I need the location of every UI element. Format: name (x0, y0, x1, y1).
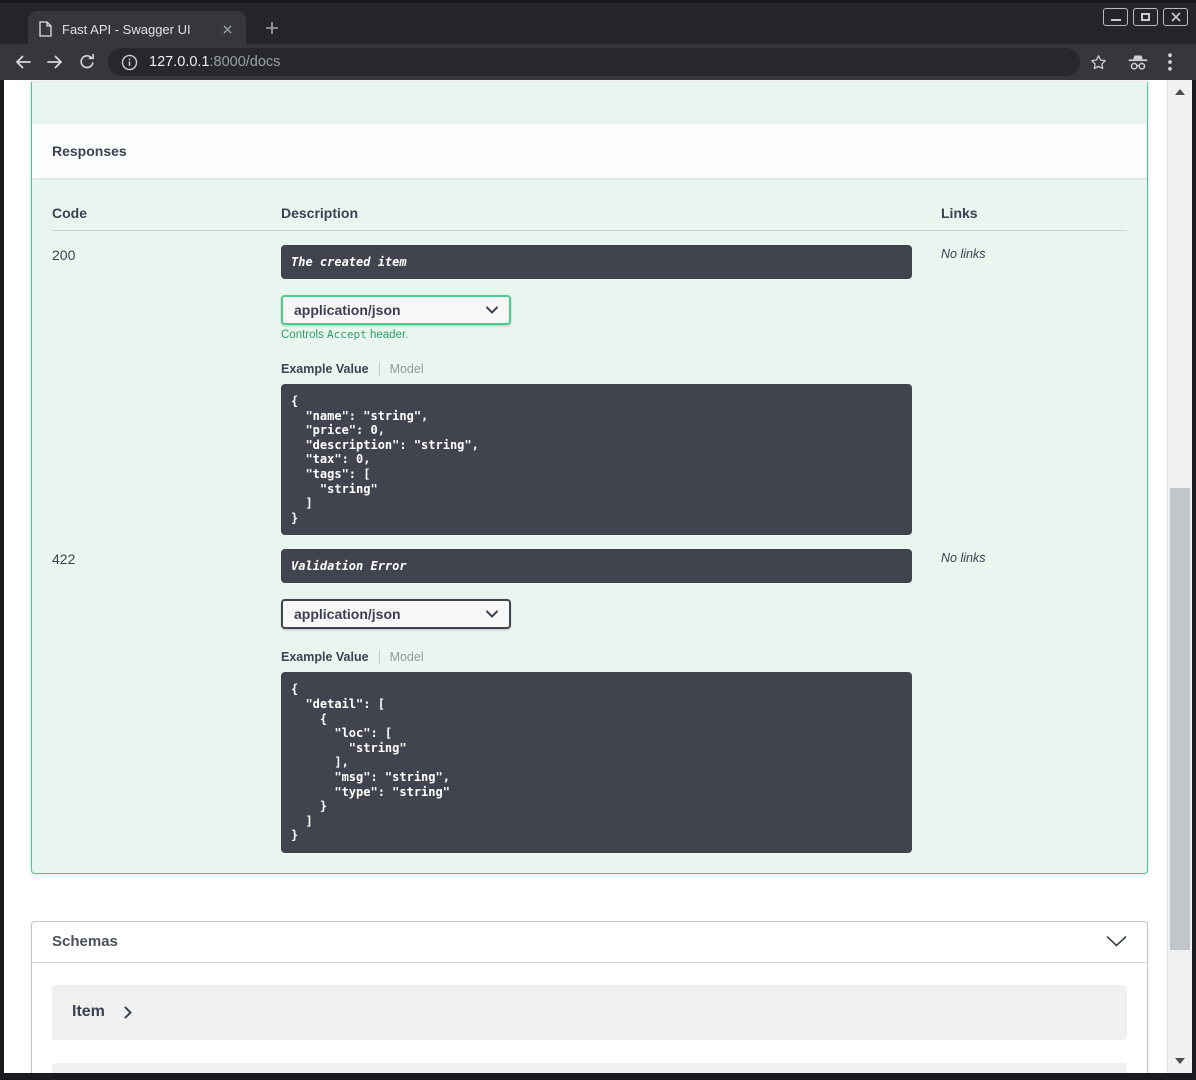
response-code: 422 (52, 551, 76, 568)
maximize-icon (1141, 13, 1150, 21)
scroll-down-icon[interactable] (1175, 1058, 1185, 1064)
forward-button[interactable] (41, 48, 69, 76)
reload-icon (80, 53, 94, 69)
back-button[interactable] (9, 48, 37, 76)
window-maximize-button[interactable] (1133, 8, 1158, 26)
media-type-value: application/json (294, 302, 401, 318)
example-json-block: { "name": "string", "price": 0, "descrip… (281, 384, 912, 536)
responses-table: Code Description Links 200 The created i… (32, 178, 1147, 873)
response-description-cell: The created item application/json Contro… (281, 245, 941, 536)
operation-block: Responses Code Description Links 200 The… (31, 82, 1148, 874)
example-model-tabs: Example Value Model (281, 650, 941, 665)
operation-block-spacer (32, 82, 1147, 124)
new-tab-button[interactable] (260, 16, 284, 40)
column-header-description: Description (281, 205, 359, 221)
chevron-down-icon[interactable] (1106, 936, 1127, 947)
response-row-422: 422 Validation Error application/json Ex… (52, 535, 1127, 853)
responses-section-header: Responses (32, 124, 1147, 178)
chevron-right-icon (124, 1006, 132, 1019)
browser-toolbar: 127.0.0.1:8000/docs (0, 44, 1196, 80)
bookmark-button[interactable] (1084, 48, 1112, 76)
response-links: No links (941, 247, 986, 261)
swagger-page: Responses Code Description Links 200 The… (4, 80, 1167, 1073)
page-favicon-icon (38, 21, 52, 37)
minimize-icon (1110, 19, 1121, 21)
media-type-select[interactable]: application/json (281, 599, 511, 630)
incognito-icon (1128, 55, 1148, 70)
response-description-box: The created item (281, 245, 912, 279)
response-description-cell: Validation Error application/json Exampl… (281, 549, 941, 853)
page-viewport: Responses Code Description Links 200 The… (4, 80, 1192, 1073)
reload-button[interactable] (73, 48, 101, 76)
incognito-badge (1124, 48, 1152, 76)
chevron-down-icon (486, 306, 498, 314)
scrollbar-thumb[interactable] (1170, 488, 1190, 950)
schemas-models-list: Item ValidationError (32, 963, 1147, 1073)
browser-tab[interactable]: Fast API - Swagger UI (28, 11, 246, 47)
schemas-section: Schemas Item ValidationError (31, 920, 1148, 1073)
schemas-section-header[interactable]: Schemas (32, 922, 1147, 963)
url-path: :8000/docs (209, 54, 281, 70)
responses-table-head: Code Description Links (52, 195, 1127, 231)
scroll-up-icon[interactable] (1175, 89, 1185, 95)
address-bar[interactable]: 127.0.0.1:8000/docs (108, 48, 1080, 76)
media-type-value: application/json (294, 606, 401, 623)
column-header-links: Links (941, 205, 978, 221)
tab-example-value[interactable]: Example Value (281, 362, 380, 376)
media-type-select[interactable]: application/json (281, 295, 511, 325)
window-controls (1103, 8, 1188, 26)
chevron-down-icon (486, 610, 498, 619)
vertical-scrollbar[interactable] (1167, 80, 1192, 1073)
response-code: 200 (52, 247, 76, 263)
response-row-200: 200 The created item application/json Co… (52, 231, 1127, 536)
tab-example-value[interactable]: Example Value (281, 650, 380, 665)
kebab-menu-icon (1168, 53, 1172, 71)
accept-header-hint: Controls Accept header. (281, 328, 409, 341)
star-icon (1090, 54, 1106, 69)
example-json-code: { "detail": [ { "loc": [ "string" ], "ms… (291, 682, 450, 843)
example-json-code: { "name": "string", "price": 0, "descrip… (291, 394, 479, 525)
close-icon (1170, 12, 1181, 22)
back-icon (16, 55, 31, 69)
model-validationerror[interactable]: ValidationError (52, 1062, 1127, 1073)
window-minimize-button[interactable] (1103, 8, 1128, 26)
model-item[interactable]: Item (52, 984, 1127, 1040)
schemas-title: Schemas (52, 933, 118, 951)
forward-icon (47, 55, 62, 69)
browser-menu-button[interactable] (1156, 48, 1184, 76)
tab-model[interactable]: Model (380, 650, 424, 664)
browser-titlebar: Fast API - Swagger UI (0, 0, 1196, 47)
tab-close-icon[interactable] (218, 20, 236, 38)
tab-title: Fast API - Swagger UI (62, 21, 191, 37)
example-model-tabs: Example Value Model (281, 362, 941, 376)
responses-title: Responses (52, 143, 127, 159)
site-info-icon[interactable] (121, 54, 138, 71)
response-links: No links (941, 551, 986, 566)
window-close-button[interactable] (1163, 8, 1188, 26)
example-json-block: { "detail": [ { "loc": [ "string" ], "ms… (281, 672, 912, 853)
response-description-box: Validation Error (281, 549, 912, 584)
tab-model[interactable]: Model (380, 362, 424, 376)
column-header-code: Code (52, 205, 87, 221)
url-host: 127.0.0.1 (149, 54, 210, 70)
